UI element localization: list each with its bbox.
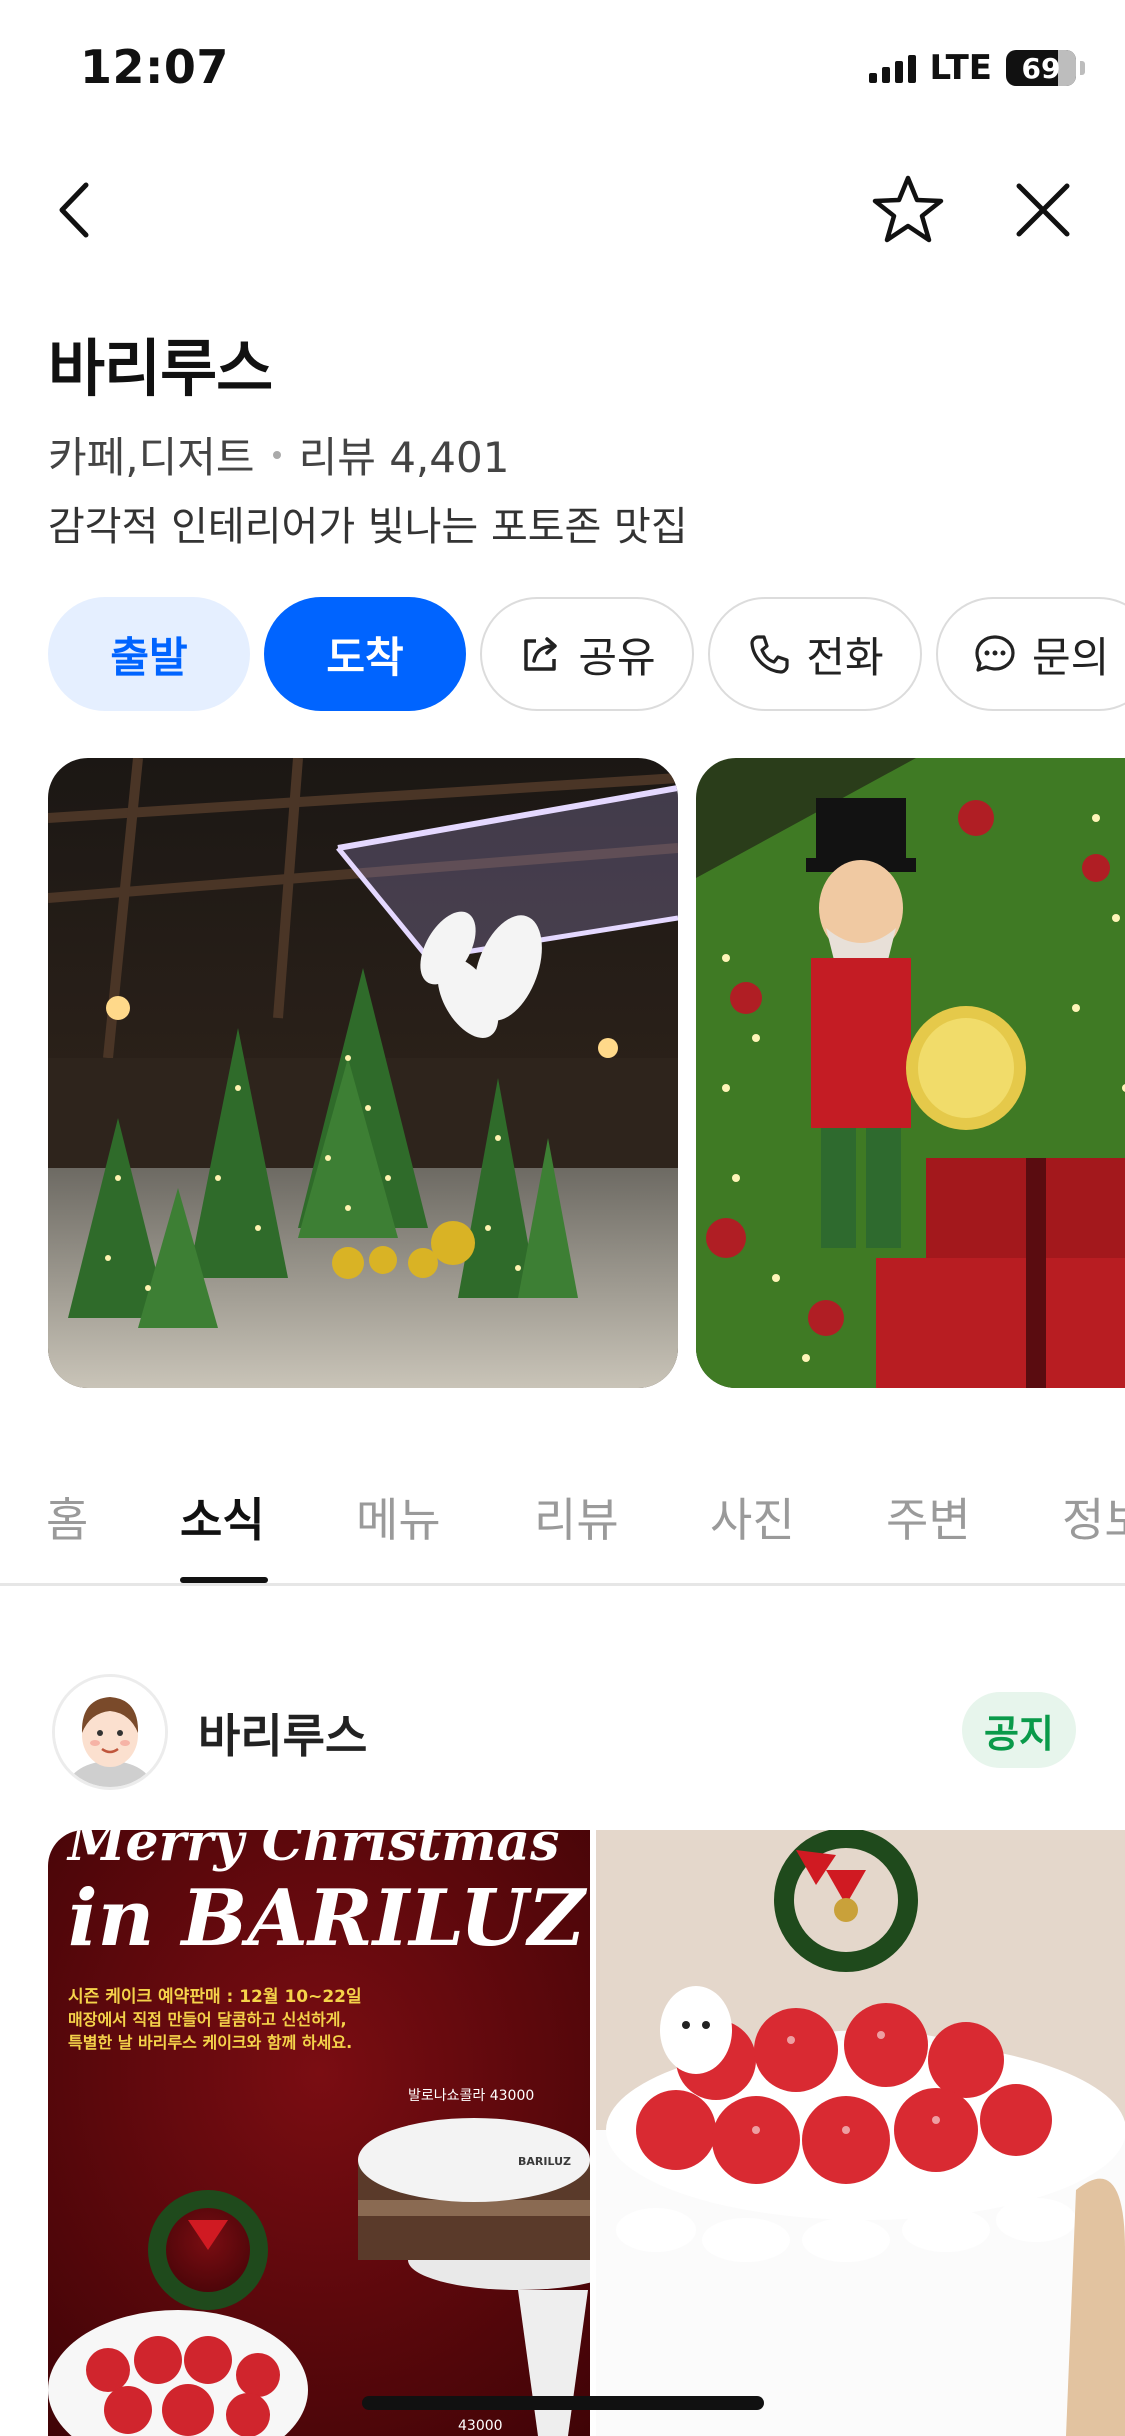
close-button[interactable] bbox=[1003, 170, 1083, 250]
poster-price-2: 43000 bbox=[458, 2418, 503, 2434]
action-buttons: 출발 도착 공유 전화 문의 bbox=[48, 597, 1125, 711]
star-icon bbox=[872, 175, 944, 243]
call-button[interactable]: 전화 bbox=[708, 597, 922, 711]
signal-icon bbox=[868, 53, 916, 83]
tab-home[interactable]: 홈 bbox=[46, 1484, 88, 1550]
network-label: LTE bbox=[929, 48, 992, 88]
tab-nearby[interactable]: 주변 bbox=[886, 1484, 971, 1550]
chat-bubble-icon bbox=[975, 635, 1015, 672]
tab-news[interactable]: 소식 bbox=[180, 1484, 265, 1550]
notice-badge: 공지 bbox=[962, 1692, 1076, 1768]
place-photo-interior[interactable] bbox=[48, 758, 678, 1388]
place-category: 카페,디저트 bbox=[48, 433, 255, 482]
close-icon bbox=[1016, 183, 1070, 237]
favorite-button[interactable] bbox=[868, 170, 948, 250]
status-indicators: LTE 69 bbox=[868, 48, 1085, 88]
poster-headline-2: in BARILUZ bbox=[68, 1873, 588, 1964]
tab-photos[interactable]: 사진 bbox=[710, 1484, 795, 1550]
place-photo-nutcracker[interactable] bbox=[696, 758, 1125, 1388]
status-bar: 12:07 LTE 69 bbox=[0, 0, 1125, 140]
separator-dot bbox=[272, 450, 281, 459]
place-description: 감각적 인테리어가 빛나는 포토존 맛집 bbox=[48, 504, 688, 550]
poster-line-2: 매장에서 직접 만들어 달콤하고 신선하게, bbox=[68, 2010, 347, 2029]
arrive-button[interactable]: 도착 bbox=[264, 597, 466, 711]
review-count-link[interactable]: 리뷰 4,401 bbox=[299, 424, 510, 485]
poster-headline-1: Merry Christmas bbox=[66, 1830, 559, 1873]
back-button[interactable] bbox=[35, 170, 115, 250]
share-icon bbox=[524, 637, 558, 671]
tab-info[interactable]: 정보 bbox=[1062, 1484, 1125, 1550]
call-label: 전화 bbox=[806, 632, 884, 682]
place-title: 바리루스 bbox=[48, 332, 273, 405]
place-meta: 카페,디저트 리뷰 4,401 bbox=[48, 424, 509, 485]
poster-line-3: 특별한 날 바리루스 케이크와 함께 하세요. bbox=[68, 2033, 352, 2052]
chevron-left-icon bbox=[59, 182, 89, 238]
depart-button[interactable]: 출발 bbox=[48, 597, 250, 711]
poster-line-1: 시즌 케이크 예약판매 : 12월 10~22일 bbox=[68, 1986, 362, 2007]
inquiry-label: 문의 bbox=[1032, 632, 1110, 682]
tab-reviews[interactable]: 리뷰 bbox=[534, 1484, 619, 1550]
post-author: 바리루스 bbox=[198, 1709, 368, 1763]
active-tab-indicator bbox=[180, 1577, 268, 1583]
depart-label: 출발 bbox=[110, 632, 188, 682]
top-navigation bbox=[0, 160, 1125, 260]
cake-brand-label: BARILUZ bbox=[518, 2155, 571, 2168]
arrive-label: 도착 bbox=[326, 632, 404, 682]
battery-level: 69 bbox=[1021, 51, 1061, 85]
inquiry-button[interactable]: 문의 bbox=[936, 597, 1125, 711]
tab-menu[interactable]: 메뉴 bbox=[356, 1484, 441, 1550]
post-photo-poster[interactable]: Merry Christmas in BARILUZ 시즌 케이크 예약판매 :… bbox=[48, 1830, 590, 2436]
post-photo-cake[interactable] bbox=[596, 1830, 1125, 2436]
poster-price-1: 발로나쇼콜라 43000 bbox=[408, 2088, 534, 2104]
avatar[interactable] bbox=[52, 1674, 168, 1790]
section-tabs: 홈 소식 메뉴 리뷰 사진 주변 정보 bbox=[0, 1440, 1125, 1586]
battery-icon: 69 bbox=[1006, 50, 1076, 86]
share-button[interactable]: 공유 bbox=[480, 597, 694, 711]
status-time: 12:07 bbox=[80, 40, 229, 94]
phone-icon bbox=[750, 635, 789, 674]
share-label: 공유 bbox=[578, 632, 656, 682]
home-indicator[interactable] bbox=[362, 2396, 764, 2410]
